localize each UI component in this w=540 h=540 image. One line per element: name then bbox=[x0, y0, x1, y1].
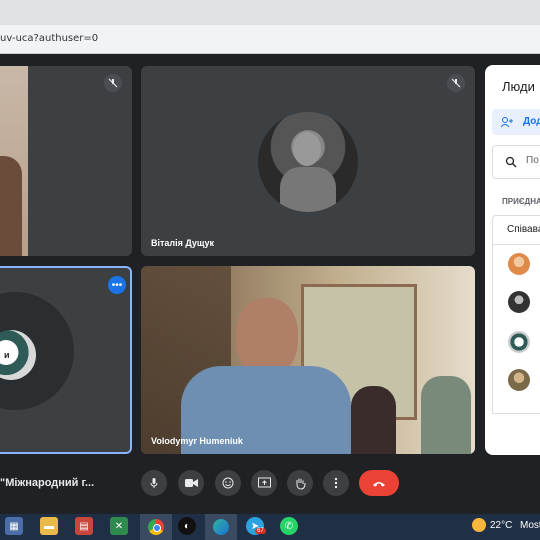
tile-top-left[interactable] bbox=[0, 66, 132, 256]
end-call-icon[interactable] bbox=[359, 470, 399, 496]
participant-list bbox=[492, 243, 540, 414]
mic-off-icon bbox=[447, 74, 465, 92]
add-people-label: Дод bbox=[523, 116, 540, 127]
tile-bottom-right[interactable]: Volodymyr Humeniuk bbox=[141, 266, 475, 454]
video-feed-person bbox=[0, 156, 22, 256]
avatar[interactable] bbox=[508, 291, 530, 313]
weather-icon bbox=[472, 518, 486, 532]
app-icon[interactable]: ◐ bbox=[178, 517, 196, 535]
participant-name: Віталія Дущук bbox=[151, 238, 215, 248]
avatar[interactable] bbox=[508, 253, 530, 275]
search-placeholder: По bbox=[526, 155, 539, 166]
whatsapp-icon[interactable]: ✆ bbox=[280, 517, 298, 535]
spreadsheet-icon[interactable]: ✕ bbox=[110, 517, 128, 535]
panel-title: Люди bbox=[502, 79, 535, 94]
collaborators-group[interactable]: Співават bbox=[492, 215, 540, 245]
avatar[interactable] bbox=[508, 369, 530, 391]
edge-icon[interactable] bbox=[205, 514, 237, 540]
people-panel: Люди Дод По ПРИЄДНА Співават bbox=[485, 65, 540, 455]
browser-tab-bar bbox=[0, 0, 540, 25]
notification-badge: 67 bbox=[255, 528, 266, 534]
mic-off-icon bbox=[104, 74, 122, 92]
person-2 bbox=[351, 386, 396, 454]
tile-top-center[interactable]: Віталія Дущук bbox=[141, 66, 475, 256]
more-icon[interactable]: ••• bbox=[108, 276, 126, 294]
add-person-icon bbox=[500, 115, 514, 133]
emoji-icon[interactable] bbox=[215, 470, 241, 496]
tile-self[interactable]: и ••• bbox=[0, 266, 132, 454]
chrome-icon[interactable] bbox=[140, 514, 172, 540]
more-vert-icon[interactable] bbox=[323, 470, 349, 496]
section-label: ПРИЄДНА bbox=[502, 197, 540, 206]
weather-temp: 22°C bbox=[490, 520, 513, 531]
search-icon bbox=[505, 155, 517, 173]
folder-icon[interactable]: ▬ bbox=[40, 517, 58, 535]
person-head bbox=[236, 298, 298, 376]
calculator-icon[interactable]: ▦ bbox=[5, 517, 23, 535]
present-icon[interactable] bbox=[251, 470, 277, 496]
avatar bbox=[258, 112, 358, 212]
person-3 bbox=[421, 376, 471, 454]
weather-text: Most bbox=[520, 520, 540, 531]
url-text[interactable]: uv-uca?authuser=0 bbox=[0, 33, 98, 44]
avatar-text: и bbox=[4, 350, 10, 360]
raise-hand-icon[interactable] bbox=[287, 470, 313, 496]
avatar[interactable] bbox=[508, 331, 530, 353]
camera-icon[interactable] bbox=[178, 470, 204, 496]
collaborators-label: Співават bbox=[507, 224, 540, 235]
mic-icon[interactable] bbox=[141, 470, 167, 496]
meeting-title: "Міжнародний г... bbox=[0, 477, 95, 489]
add-people-button[interactable]: Дод bbox=[492, 109, 540, 135]
participant-name: Volodymyr Humeniuk bbox=[151, 436, 243, 446]
search-input[interactable]: По bbox=[492, 145, 540, 179]
presentation-icon[interactable]: ▤ bbox=[75, 517, 93, 535]
